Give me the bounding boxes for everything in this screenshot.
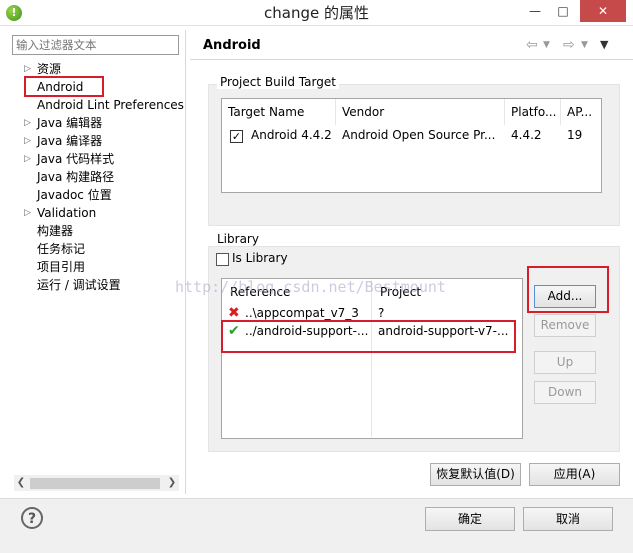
chevron-down-icon[interactable]: ▼ [581, 36, 588, 54]
view-menu-icon[interactable]: ▼ [600, 36, 608, 54]
sidebar-item-android-lint[interactable]: Android Lint Preferences [37, 96, 184, 114]
target-checkbox[interactable]: ✓ [230, 130, 243, 143]
minimize-button[interactable]: — [522, 0, 548, 22]
page-title: Android [203, 38, 261, 53]
library-group-label: Library [217, 232, 259, 246]
target-name-cell[interactable]: Android 4.4.2 [251, 125, 335, 145]
close-button[interactable]: ✕ [580, 0, 626, 22]
apply-button[interactable]: 应用(A) [529, 463, 620, 486]
is-library-label[interactable]: Is Library [232, 251, 288, 265]
move-down-button[interactable]: Down [534, 381, 596, 404]
sidebar-item-builders[interactable]: 构建器 [37, 222, 73, 240]
column-header-reference[interactable]: Reference [222, 281, 371, 303]
help-icon[interactable]: ? [21, 507, 43, 529]
column-header-api[interactable]: AP... [561, 99, 601, 125]
column-header-project[interactable]: Project [372, 281, 520, 303]
sidebar-item-javadoc-location[interactable]: Javadoc 位置 [37, 186, 112, 204]
scroll-left-icon[interactable]: ❮ [14, 475, 28, 491]
move-up-button[interactable]: Up [534, 351, 596, 374]
platform-cell: 4.4.2 [511, 128, 542, 142]
scroll-right-icon[interactable]: ❯ [165, 475, 179, 491]
column-divider [371, 280, 372, 437]
sidebar-item-project-references[interactable]: 项目引用 [37, 258, 85, 276]
sidebar-item-java-compiler[interactable]: Java 编译器 [37, 132, 102, 150]
expand-arrow-icon[interactable]: ▷ [24, 150, 32, 168]
vendor-cell: Android Open Source Pr... [342, 128, 496, 142]
expand-arrow-icon[interactable]: ▷ [24, 114, 32, 132]
sidebar-item-java-code-style[interactable]: Java 代码样式 [37, 150, 114, 168]
column-header-vendor[interactable]: Vendor [336, 99, 505, 125]
expand-arrow-icon[interactable]: ▷ [24, 204, 32, 222]
cancel-button[interactable]: 取消 [523, 507, 613, 531]
sidebar-item-java-editor[interactable]: Java 编辑器 [37, 114, 102, 132]
restore-defaults-button[interactable]: 恢复默认值(D) [430, 463, 521, 486]
sidebar-item-run-debug-settings[interactable]: 运行 / 调试设置 [37, 276, 121, 294]
ok-button[interactable]: 确定 [425, 507, 515, 531]
forward-arrow-icon[interactable]: ⇨ [563, 36, 575, 54]
scrollbar-thumb[interactable] [30, 478, 160, 489]
remove-library-button[interactable]: Remove [534, 314, 596, 337]
add-library-button[interactable]: Add... [534, 285, 596, 308]
expand-arrow-icon[interactable]: ▷ [24, 132, 32, 150]
sidebar-item-validation[interactable]: Validation [37, 204, 96, 222]
sidebar-item-task-tags[interactable]: 任务标记 [37, 240, 85, 258]
chevron-down-icon[interactable]: ▼ [543, 36, 550, 54]
build-target-group-label: Project Build Target [217, 75, 339, 89]
library-row-highlight-box [221, 320, 516, 353]
maximize-button[interactable]: □ [550, 0, 576, 22]
column-header-target-name[interactable]: Target Name [222, 99, 336, 125]
sidebar-item-java-build-path[interactable]: Java 构建路径 [37, 168, 114, 186]
is-library-checkbox[interactable] [216, 253, 229, 266]
api-cell: 19 [567, 128, 583, 142]
back-arrow-icon[interactable]: ⇦ [526, 36, 538, 54]
android-highlight-box [24, 76, 104, 97]
filter-input[interactable] [12, 35, 179, 55]
column-header-platform[interactable]: Platfo... [505, 99, 561, 125]
